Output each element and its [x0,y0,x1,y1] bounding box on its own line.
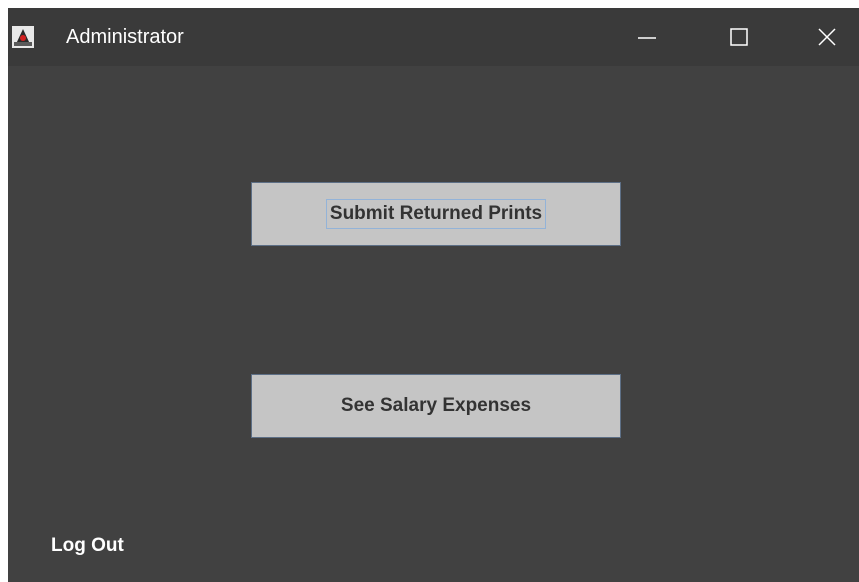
close-icon [818,28,836,46]
submit-returned-prints-button[interactable]: Submit Returned Prints [251,182,621,246]
see-salary-expenses-button[interactable]: See Salary Expenses [251,374,621,438]
button-label: See Salary Expenses [340,395,532,416]
button-label: Submit Returned Prints [325,199,547,229]
close-button[interactable] [782,8,859,66]
window-title: Administrator [66,26,184,48]
title-bar[interactable]: Administrator [8,8,859,66]
administrator-window: Administrator Submit Returned Prints See… [8,8,859,582]
java-duke-icon [12,26,34,48]
maximize-button[interactable] [694,8,784,66]
log-out-link[interactable]: Log Out [51,535,124,557]
minimize-button[interactable] [602,8,692,66]
minimize-icon [638,37,656,39]
maximize-icon [730,28,748,46]
